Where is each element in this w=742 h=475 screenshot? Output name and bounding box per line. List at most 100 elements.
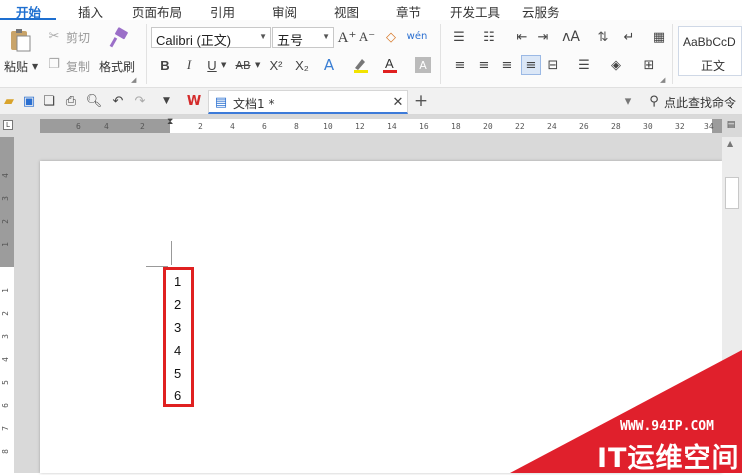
line-spacing-icon[interactable]: ☰ <box>575 57 593 73</box>
scrollbar-thumb[interactable] <box>725 177 739 209</box>
table-icon[interactable]: ▦ <box>650 28 668 46</box>
save-icon[interactable]: ▣ <box>22 93 36 109</box>
justify-icon[interactable]: ≡ <box>521 55 541 75</box>
style-name: 正文 <box>701 59 726 73</box>
divider <box>672 24 673 84</box>
format-painter-icon[interactable] <box>106 26 130 50</box>
ruler-tick: 1 <box>0 242 10 247</box>
menu-tab-developer[interactable]: 开发工具 <box>450 2 500 21</box>
ruler-toggle-icon[interactable]: ▤ <box>725 118 737 132</box>
chevron-down-icon[interactable]: ▼ <box>32 62 38 71</box>
margin-crop-mark <box>171 241 172 265</box>
command-search[interactable]: 点此查找命令 <box>664 94 736 111</box>
vertical-ruler[interactable]: 4 3 2 1 1 2 3 4 5 6 7 8 <box>0 137 14 473</box>
cut-label[interactable]: 剪切 <box>66 29 90 46</box>
paste-icon[interactable] <box>6 26 34 54</box>
document-tab[interactable]: ▤ 文档1 * ✕ <box>208 90 408 114</box>
document-line[interactable]: 2 <box>174 297 181 312</box>
superscript-button[interactable]: X² <box>266 57 286 73</box>
ruler-tick: 6 <box>262 122 267 131</box>
align-right-icon[interactable]: ≡ <box>499 57 515 73</box>
ruler-tick: 16 <box>419 122 429 131</box>
char-shading-icon[interactable]: A <box>415 57 431 73</box>
ruler-tick: 34 <box>704 122 714 131</box>
print-preview-icon[interactable]: 🔍︎ <box>86 93 103 109</box>
highlight-icon[interactable] <box>351 56 371 74</box>
indent-marker-icon[interactable]: ⧗ <box>167 117 173 127</box>
chevron-down-icon[interactable]: ▼ <box>255 61 260 69</box>
text-effect-icon[interactable]: A <box>320 56 338 74</box>
export-pdf-icon[interactable]: ❏ <box>42 93 56 109</box>
font-family-value: Calibri (正文) <box>156 33 232 48</box>
search-icon[interactable]: ⚲ <box>646 93 662 109</box>
font-family-select[interactable]: Calibri (正文) ▼ <box>151 27 271 48</box>
font-size-select[interactable]: 五号 ▼ <box>272 27 334 48</box>
numbered-list-icon[interactable]: ☷ <box>479 28 499 46</box>
subscript-button[interactable]: X₂ <box>292 57 312 73</box>
shrink-font-icon[interactable]: A⁻ <box>358 28 376 46</box>
change-case-icon[interactable]: ʌA <box>560 28 582 46</box>
horizontal-ruler[interactable]: 6 4 2 ⧗ 2 4 6 8 10 12 14 16 18 20 22 24 … <box>40 117 722 133</box>
document-line[interactable]: 5 <box>174 366 181 381</box>
font-color-icon[interactable]: A <box>381 56 399 74</box>
ruler-tick: 2 <box>140 122 145 131</box>
distribute-icon[interactable]: ⊟ <box>545 57 561 73</box>
ruler-tick: 18 <box>451 122 461 131</box>
paste-label[interactable]: 粘贴 <box>4 58 28 75</box>
menu-tab-insert[interactable]: 插入 <box>78 2 103 21</box>
menu-tab-chapter[interactable]: 章节 <box>396 2 421 21</box>
menu-tab-view[interactable]: 视图 <box>334 2 359 21</box>
align-left-icon[interactable]: ≡ <box>452 57 468 73</box>
format-painter-label[interactable]: 格式刷 <box>99 58 135 75</box>
tab-selector-icon[interactable]: L <box>3 120 13 130</box>
ruler-tick: 8 <box>0 449 10 454</box>
chevron-down-icon[interactable]: ▼ <box>221 61 226 69</box>
document-line[interactable]: 3 <box>174 320 181 335</box>
menu-tab-cloud[interactable]: 云服务 <box>522 2 560 21</box>
cut-icon[interactable]: ✂ <box>46 28 62 44</box>
shading-icon[interactable]: ◈ <box>607 57 625 73</box>
show-marks-icon[interactable]: ↵ <box>620 28 638 46</box>
scroll-up-icon[interactable]: ▲ <box>727 139 733 148</box>
borders-icon[interactable]: ⊞ <box>640 57 658 73</box>
redo-icon[interactable]: ↷ <box>132 93 148 109</box>
open-folder-icon[interactable]: ▰ <box>2 93 16 109</box>
chevron-down-icon[interactable]: ▼ <box>163 96 170 106</box>
bold-button[interactable]: B <box>157 57 173 73</box>
new-tab-icon[interactable]: + <box>412 91 430 111</box>
menu-tab-review[interactable]: 审阅 <box>272 2 297 21</box>
document-line[interactable]: 4 <box>174 343 181 358</box>
style-gallery-normal[interactable]: AaBbCcD 正文 <box>678 26 742 76</box>
dialog-launcher-icon[interactable]: ◢ <box>660 76 665 84</box>
document-line[interactable]: 1 <box>174 274 181 289</box>
print-icon[interactable]: ⎙ <box>63 93 79 109</box>
ruler-tick: 10 <box>323 122 333 131</box>
ruler-tick: 4 <box>104 122 109 131</box>
ruler-tick: 26 <box>579 122 589 131</box>
strikethrough-button[interactable]: AB <box>232 57 254 73</box>
align-center-icon[interactable]: ≡ <box>476 57 492 73</box>
ruler-tick: 32 <box>675 122 685 131</box>
dialog-launcher-icon[interactable]: ◢ <box>131 76 136 84</box>
undo-icon[interactable]: ↶ <box>110 93 126 109</box>
close-icon[interactable]: ✕ <box>391 94 405 110</box>
italic-button[interactable]: I <box>181 57 197 73</box>
ruler-tick: 3 <box>0 196 10 201</box>
increase-indent-icon[interactable]: ⇥ <box>534 28 552 46</box>
clear-format-icon[interactable]: ◇ <box>382 28 400 46</box>
phonetic-guide-icon[interactable]: wén <box>406 26 428 46</box>
ruler-tick: 20 <box>483 122 493 131</box>
wps-logo-icon[interactable]: W <box>185 93 203 109</box>
copy-label[interactable]: 复制 <box>66 58 90 75</box>
menu-tab-references[interactable]: 引用 <box>210 2 235 21</box>
sort-icon[interactable]: ⇅ <box>594 28 612 46</box>
menu-tab-page-layout[interactable]: 页面布局 <box>132 2 182 21</box>
underline-button[interactable]: U <box>204 57 220 73</box>
copy-icon[interactable]: ❐ <box>46 56 62 72</box>
bullet-list-icon[interactable]: ☰ <box>449 28 469 46</box>
chevron-down-icon: ▼ <box>259 32 267 41</box>
grow-font-icon[interactable]: A⁺ <box>338 28 357 46</box>
decrease-indent-icon[interactable]: ⇤ <box>513 28 531 46</box>
pin-icon[interactable]: ▾ <box>620 93 636 109</box>
document-line[interactable]: 6 <box>174 388 181 403</box>
